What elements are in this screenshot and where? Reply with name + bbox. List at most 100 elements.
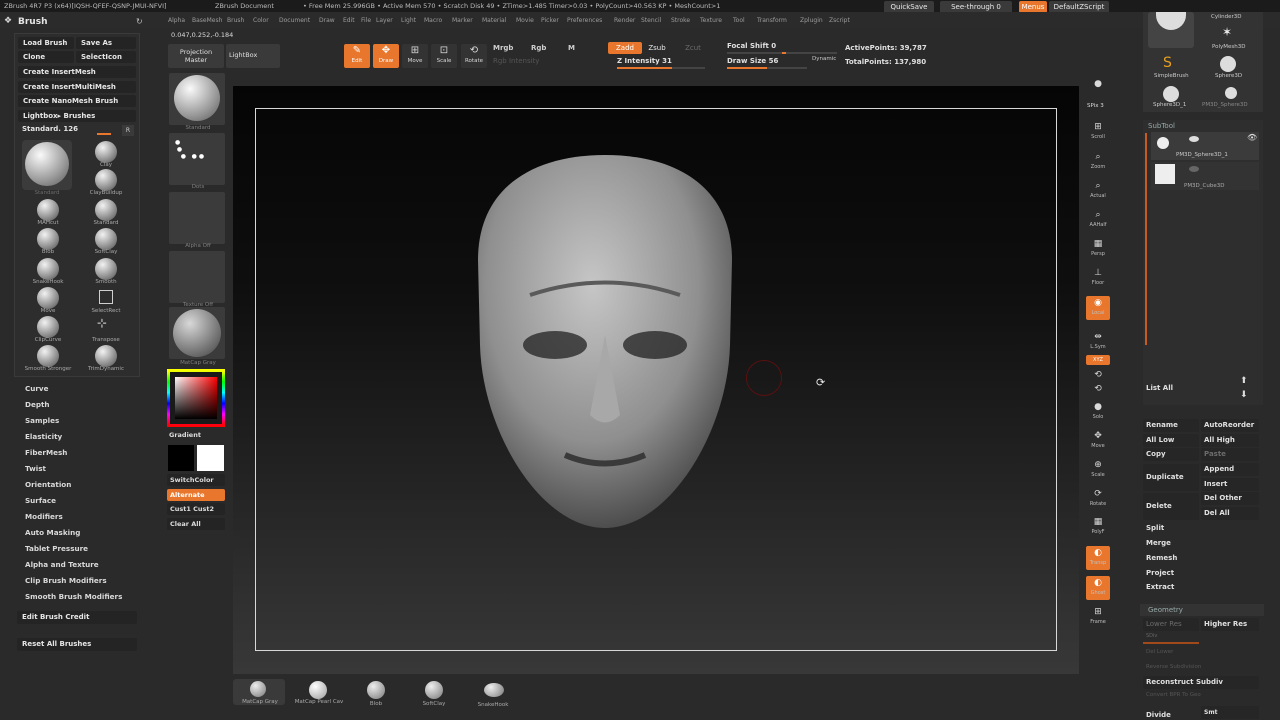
cust-buttons[interactable]: Cust1 Cust2 [167, 503, 225, 515]
menu-document[interactable]: Document [279, 17, 310, 24]
menu-picker[interactable]: Picker [541, 17, 559, 24]
rename-button[interactable]: Rename [1143, 419, 1199, 432]
aahalf-button[interactable]: ⌕ AAHalf [1086, 208, 1110, 232]
zadd-button[interactable]: Zadd [608, 42, 642, 54]
brush-selector[interactable] [169, 73, 225, 125]
secondary-color-swatch[interactable] [197, 445, 224, 471]
dynamic-toggle[interactable]: Dynamic [812, 56, 836, 62]
menu-orientation[interactable]: Orientation [25, 480, 71, 489]
floor-button[interactable]: ⊥ Floor [1086, 266, 1110, 290]
edit-mode-button[interactable]: ✎ Edit [344, 44, 370, 68]
z-intensity-track[interactable] [617, 67, 705, 69]
texture-selector[interactable] [169, 251, 225, 303]
menu-basemesh[interactable]: BaseMesh [192, 17, 222, 24]
refresh-icon[interactable]: ↻ [136, 17, 143, 26]
scale-view-button[interactable]: ⊕ Scale [1086, 458, 1110, 482]
sphere3d-icon[interactable] [1220, 56, 1236, 72]
main-color-swatch[interactable] [168, 445, 194, 471]
menu-elasticity[interactable]: Elasticity [25, 432, 62, 441]
gradient-label[interactable]: Gradient [169, 431, 201, 439]
create-insertmultimesh-button[interactable]: Create InsertMultiMesh [18, 81, 136, 93]
move-mode-button[interactable]: ⊞ Move [402, 44, 428, 68]
spix-slider[interactable]: SPix 3 [1087, 103, 1104, 109]
mahcut-brush-icon[interactable] [37, 199, 59, 221]
actual-button[interactable]: ⌕ Actual [1086, 179, 1110, 203]
selectrect-brush-icon[interactable] [99, 290, 113, 304]
m-button[interactable]: M [568, 44, 575, 52]
smooth-brush-icon[interactable] [95, 258, 117, 280]
color-picker[interactable] [167, 369, 225, 427]
all-high-button[interactable]: All High [1201, 434, 1259, 447]
arrow-down-icon[interactable]: ⬇ [1240, 390, 1248, 400]
rotate-y-button[interactable]: ⟲ [1086, 368, 1110, 382]
rotate-z-button[interactable]: ⟲ [1086, 382, 1110, 396]
rotate-mode-button[interactable]: ⟲ Rotate [461, 44, 487, 68]
current-tool-thumbnail[interactable] [1148, 12, 1194, 48]
menu-twist[interactable]: Twist [25, 464, 46, 473]
create-nanomesh-button[interactable]: Create NanoMesh Brush [18, 95, 136, 107]
trimdynamic-brush-icon[interactable] [95, 345, 117, 367]
zoom-button[interactable]: ⌕ Zoom [1086, 150, 1110, 174]
menu-transform[interactable]: Transform [757, 17, 787, 24]
arrow-up-icon[interactable]: ⬆ [1240, 376, 1248, 386]
softclay-shelf-icon[interactable] [425, 681, 443, 699]
frame-button[interactable]: ⊞ Frame [1086, 605, 1110, 629]
snakehook-shelf-icon[interactable] [484, 683, 504, 697]
lightbox-button[interactable]: LightBox [226, 44, 280, 68]
menu-brush[interactable]: Brush [227, 17, 244, 24]
reset-all-brushes-button[interactable]: Reset All Brushes [17, 638, 137, 651]
rgb-intensity-slider[interactable]: Rgb Intensity [493, 57, 539, 65]
current-brush-thumbnail[interactable] [22, 140, 72, 190]
duplicate-button[interactable]: Duplicate [1143, 464, 1199, 491]
blob-shelf-icon[interactable] [367, 681, 385, 699]
bpr-button[interactable]: ● [1086, 77, 1110, 101]
pm3d-sphere-icon[interactable] [1225, 87, 1237, 99]
menu-macro[interactable]: Macro [424, 17, 442, 24]
load-brush-button[interactable]: Load Brush [18, 37, 74, 49]
subtool-row-1[interactable]: 👁 PM3D_Sphere3D_1 [1151, 132, 1259, 160]
menu-color[interactable]: Color [253, 17, 269, 24]
rotate-view-button[interactable]: ⟳ Rotate [1086, 487, 1110, 511]
menu-auto-masking[interactable]: Auto Masking [25, 528, 80, 537]
menu-clip-brush-modifiers[interactable]: Clip Brush Modifiers [25, 576, 107, 585]
sphere3d-1-icon[interactable] [1163, 86, 1179, 102]
menu-tablet-pressure[interactable]: Tablet Pressure [25, 544, 88, 553]
claybuildup-brush-icon[interactable] [95, 169, 117, 191]
matcap-pearl-icon[interactable] [309, 681, 327, 699]
zcut-button[interactable]: Zcut [682, 42, 704, 54]
solo-button[interactable]: ● Solo [1086, 400, 1110, 424]
copy-button[interactable]: Copy [1143, 448, 1199, 461]
insert-button[interactable]: Insert [1201, 478, 1259, 491]
draw-mode-button[interactable]: ✥ Draw [373, 44, 399, 68]
focal-shift-slider[interactable]: Focal Shift 0 [727, 42, 776, 50]
softclay-brush-icon[interactable] [95, 228, 117, 250]
autoreorder-button[interactable]: AutoReorder [1201, 419, 1259, 432]
focal-shift-track[interactable] [727, 52, 837, 54]
transpose-brush-icon[interactable]: ⊹ [97, 316, 107, 330]
menu-fibermesh[interactable]: FiberMesh [25, 448, 67, 457]
draw-size-track[interactable] [727, 67, 807, 69]
save-as-button[interactable]: Save As [76, 37, 136, 49]
snakehook-brush-icon[interactable] [37, 258, 59, 280]
lsym-button[interactable]: ⇹ L.Sym [1086, 330, 1110, 354]
clone-button[interactable]: Clone [18, 51, 74, 63]
sdiv-slider[interactable]: SDiv [1146, 633, 1157, 639]
all-low-button[interactable]: All Low [1143, 434, 1199, 447]
reconstruct-subdiv-button[interactable]: Reconstruct Subdiv [1143, 676, 1259, 689]
z-intensity-slider[interactable]: Z Intensity 31 [617, 57, 672, 65]
menu-samples[interactable]: Samples [25, 416, 59, 425]
lightbox-brushes-button[interactable]: Lightbox▸ Brushes [18, 110, 136, 122]
local-button[interactable]: ◉ Local [1086, 296, 1110, 320]
standard-small-brush-icon[interactable] [95, 199, 117, 221]
clipcurve-brush-icon[interactable] [37, 316, 59, 338]
remesh-button[interactable]: Remesh [1143, 552, 1259, 565]
menu-layer[interactable]: Layer [376, 17, 393, 24]
project-button[interactable]: Project [1143, 567, 1259, 580]
scale-mode-button[interactable]: ⊡ Scale [431, 44, 457, 68]
material-selector[interactable] [169, 307, 225, 359]
visibility-off-icon[interactable] [1189, 166, 1199, 172]
higher-res-button[interactable]: Higher Res [1201, 618, 1259, 631]
menu-draw[interactable]: Draw [319, 17, 335, 24]
menu-material[interactable]: Material [482, 17, 506, 24]
sdiv-track[interactable] [1143, 642, 1199, 644]
